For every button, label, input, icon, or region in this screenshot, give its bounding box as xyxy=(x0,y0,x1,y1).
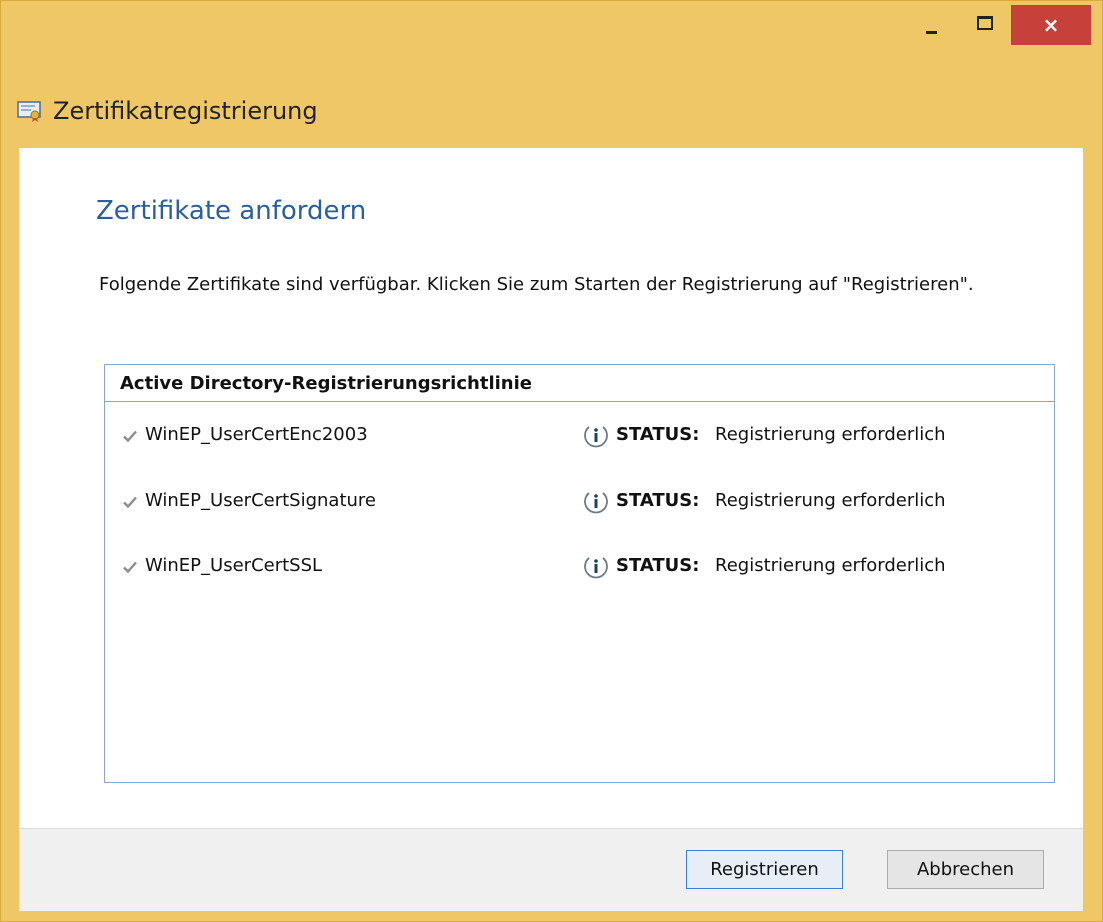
certificate-name: WinEP_UserCertSignature xyxy=(145,490,377,511)
certificate-checkbox[interactable] xyxy=(121,493,139,511)
certificate-row[interactable]: WinEP_UserCertSSL STATUS: Registrierung … xyxy=(105,551,1054,585)
window-title: Zertifikatregistrierung xyxy=(53,97,318,125)
minimize-button[interactable] xyxy=(909,5,955,45)
checkmark-icon xyxy=(123,496,137,509)
title-bar: × xyxy=(1,1,1102,49)
cancel-button[interactable]: Abbrechen xyxy=(887,850,1044,889)
close-button[interactable]: × xyxy=(1011,5,1091,45)
status-key: STATUS: xyxy=(616,424,700,445)
certificate-enrollment-window: × Zertifikatregistrierung Zertifikate an… xyxy=(0,0,1103,922)
register-button[interactable]: Registrieren xyxy=(686,850,843,889)
certificate-checkbox[interactable] xyxy=(121,558,139,576)
certificate-list: Active Directory-Registrierungsrichtlini… xyxy=(104,364,1055,783)
page-description: Folgende Zertifikate sind verfügbar. Kli… xyxy=(99,274,974,295)
status-key: STATUS: xyxy=(616,555,700,576)
status-key: STATUS: xyxy=(616,490,700,511)
certificate-row[interactable]: WinEP_UserCertSignature STATUS: Registri… xyxy=(105,486,1054,520)
close-icon: × xyxy=(1042,13,1060,37)
info-icon xyxy=(583,423,609,449)
policy-header: Active Directory-Registrierungsrichtlini… xyxy=(105,365,1054,402)
app-header: Zertifikatregistrierung xyxy=(17,91,318,131)
page-title: Zertifikate anfordern xyxy=(96,196,367,226)
dialog-footer: Registrieren Abbrechen xyxy=(19,828,1083,911)
content-panel: Zertifikate anfordern Folgende Zertifika… xyxy=(19,148,1083,828)
checkmark-icon xyxy=(123,430,137,443)
info-icon xyxy=(583,489,609,515)
certificate-icon xyxy=(17,100,43,122)
checkmark-icon xyxy=(123,561,137,574)
maximize-button[interactable] xyxy=(961,5,1007,45)
info-icon xyxy=(583,554,609,580)
certificate-name: WinEP_UserCertEnc2003 xyxy=(145,424,368,445)
status-value: Registrierung erforderlich xyxy=(715,555,946,576)
status-value: Registrierung erforderlich xyxy=(715,424,946,445)
certificate-checkbox[interactable] xyxy=(121,427,139,445)
certificate-row[interactable]: WinEP_UserCertEnc2003 STATUS: Registrier… xyxy=(105,420,1054,454)
status-value: Registrierung erforderlich xyxy=(715,490,946,511)
certificate-name: WinEP_UserCertSSL xyxy=(145,555,323,576)
